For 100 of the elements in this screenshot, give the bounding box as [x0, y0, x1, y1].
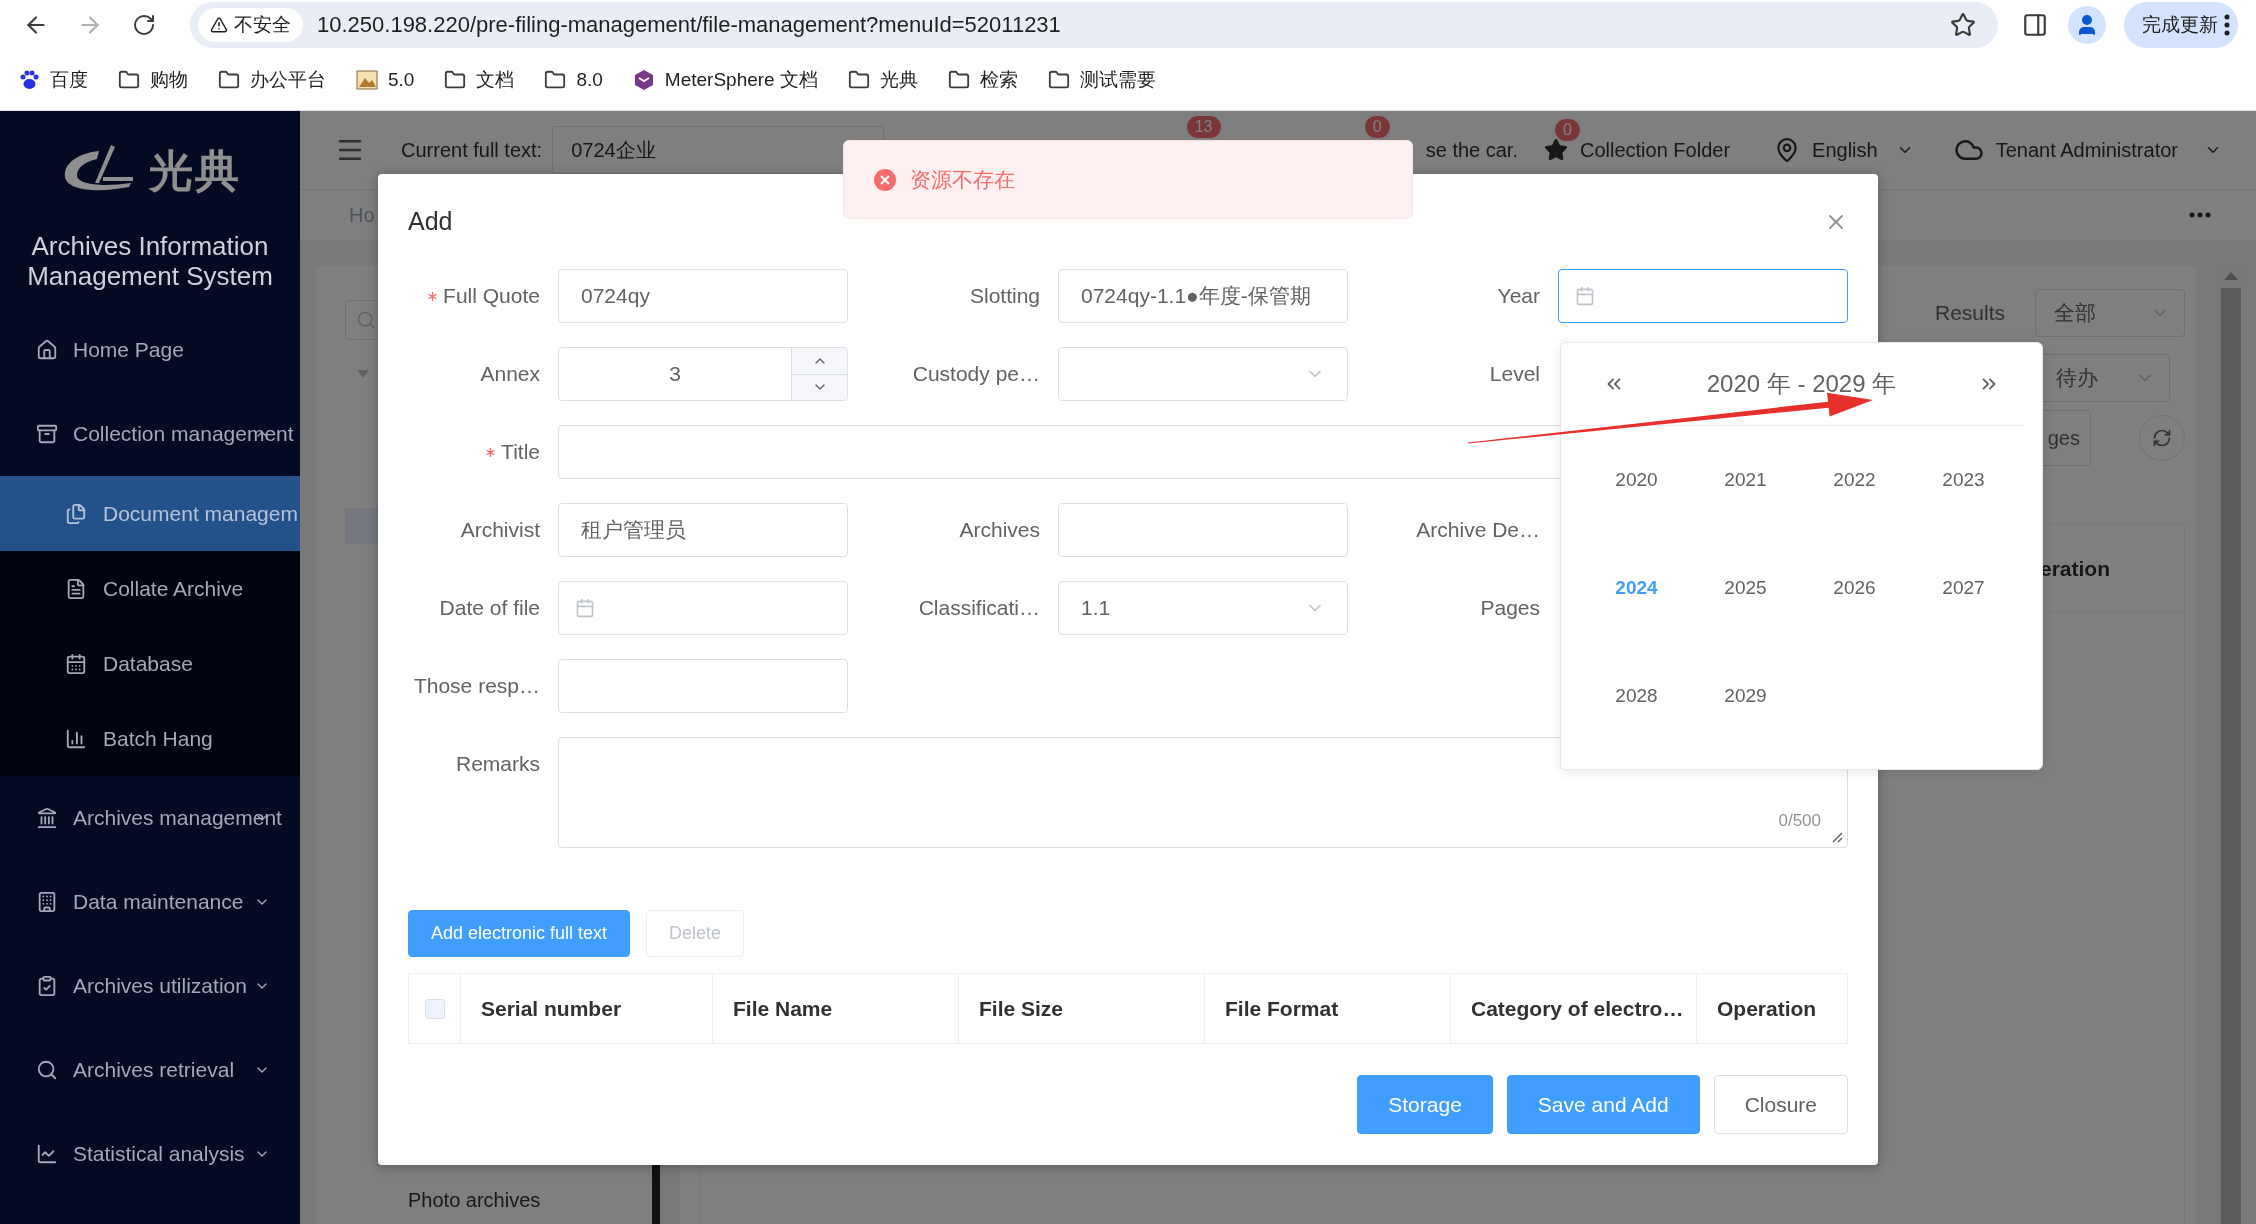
warning-icon [210, 16, 228, 34]
resize-handle-icon [1831, 831, 1843, 843]
image-icon [356, 69, 378, 91]
text-field[interactable]: 租户管理员 [558, 503, 848, 557]
search-icon [36, 1059, 58, 1081]
menu-item[interactable]: Collection management [0, 392, 300, 476]
building-icon [36, 891, 58, 913]
bookmark[interactable]: 百度 [18, 67, 88, 93]
menu-item[interactable]: Home Page [0, 308, 300, 392]
column-header: File Name [713, 974, 959, 1043]
field-label: Archivist [460, 518, 540, 542]
folder-icon [118, 69, 140, 91]
header-text: se the car. [1425, 138, 1518, 162]
toast-message: 资源不存在 [910, 166, 1015, 193]
dialog-title: Add [408, 207, 453, 236]
count-badge: 0 [1363, 115, 1391, 139]
submenu-item[interactable]: Collate Archive [0, 551, 300, 626]
security-chip[interactable]: 不安全 [198, 8, 303, 42]
text-field[interactable]: 0724qy [558, 269, 848, 323]
menu-item[interactable]: Data maintenance [0, 860, 300, 944]
select-field[interactable] [1058, 347, 1348, 401]
submenu-item[interactable]: Database [0, 626, 300, 701]
address-bar[interactable]: 不安全 10.250.198.220/pre-filing-management/file-management?menuId=52011231 [190, 2, 1998, 48]
house-icon [36, 339, 58, 361]
scroll-up-icon[interactable] [2223, 272, 2238, 280]
submenu-item[interactable]: Document managem [0, 476, 300, 551]
menu-item[interactable]: Archives utilization [0, 944, 300, 1028]
side-panel-icon [2022, 12, 2048, 38]
character-counter: 0/500 [1778, 811, 1821, 831]
bookmark[interactable]: MeterSphere 文档 [632, 67, 818, 93]
menu-item[interactable]: Archives retrieval [0, 1028, 300, 1112]
folder-icon [1047, 69, 1070, 91]
side-panel-button[interactable] [2022, 12, 2048, 38]
reload-icon [132, 13, 156, 37]
star-icon [1950, 12, 1976, 38]
search-label: Current full text: [401, 138, 543, 162]
update-button[interactable]: 完成更新 [2124, 2, 2238, 48]
field-label: Date of file [439, 596, 540, 620]
scrollbar [652, 1164, 660, 1224]
column-header: Operation [1716, 995, 1818, 1022]
tray-icon [36, 423, 58, 445]
logo-text: 光典 [149, 144, 241, 197]
user-menu: Tenant Administrator [1995, 138, 2178, 162]
bar-chart-icon [65, 727, 87, 750]
refresh-button[interactable] [2139, 415, 2185, 461]
count-badge: 0 [1554, 118, 1581, 142]
bank-icon [36, 807, 58, 829]
text-field[interactable] [558, 659, 848, 713]
bookmark-star-button[interactable] [1950, 12, 1976, 38]
select-field[interactable]: 全部 [2035, 289, 2185, 337]
calendar-icon [65, 652, 87, 675]
menu-item[interactable]: Archives management [0, 776, 300, 860]
line-chart-icon [36, 1143, 58, 1165]
calendar-icon [575, 598, 595, 618]
error-icon [874, 168, 896, 191]
language-menu: English [1812, 138, 1878, 162]
folder-icon [444, 69, 467, 91]
bookmark[interactable]: 5.0 [356, 69, 415, 91]
column-header: Category of electro… [1451, 974, 1697, 1043]
field-label: Custody pe… [912, 362, 1040, 386]
count-badge: 13 [1185, 115, 1222, 139]
bookmark[interactable]: 购物 [118, 67, 188, 93]
paw-icon [18, 69, 40, 91]
field-label: Those resp… [413, 674, 540, 698]
more-button[interactable] [2189, 212, 2211, 218]
select-field[interactable]: 1.1 [1058, 581, 1348, 635]
checkbox[interactable] [424, 998, 445, 1019]
more-icon [2189, 212, 2211, 218]
bookmark[interactable]: 光典 [847, 67, 918, 93]
bookmark[interactable]: 办公平台 [218, 67, 326, 93]
menu-item[interactable]: Statistical analysis [0, 1112, 300, 1196]
app-title: Archives Information Management System [26, 231, 274, 291]
field-label: Title [501, 440, 540, 464]
star-icon[interactable] [1544, 138, 1568, 162]
column-header: File Format [1205, 974, 1451, 1043]
folder-icon [847, 69, 870, 91]
text-field[interactable] [1058, 503, 1348, 557]
bookmark[interactable]: 文档 [444, 67, 515, 93]
calendar-icon [1575, 286, 1595, 306]
submenu-item[interactable]: Batch Hang [0, 701, 300, 776]
document-icon [65, 577, 87, 600]
field-label: Year [1497, 284, 1540, 308]
security-text: 不安全 [234, 13, 291, 37]
filter-label: Results [1934, 301, 2005, 325]
bookmark[interactable]: 测试需要 [1047, 67, 1156, 93]
clipboard-check-icon [36, 975, 58, 997]
field-label: Full Quote [443, 284, 540, 308]
secondary-button[interactable]: Closure [1713, 1075, 1848, 1134]
folder-icon [544, 69, 567, 91]
scrollbar-thumb[interactable] [2220, 288, 2241, 1224]
bookmark[interactable]: 8.0 [544, 69, 603, 91]
profile-button[interactable] [2068, 6, 2106, 44]
documents-icon [65, 502, 87, 525]
bookmark[interactable]: 检索 [947, 67, 1018, 93]
folder-icon [218, 69, 240, 91]
refresh-icon [2152, 428, 2172, 448]
field-label: Slotting [969, 284, 1040, 308]
text-field[interactable]: 0724qy-1.1●年度-保管期 [1058, 269, 1348, 323]
date-field[interactable] [1558, 269, 1848, 323]
column-header: Serial number [461, 974, 713, 1043]
